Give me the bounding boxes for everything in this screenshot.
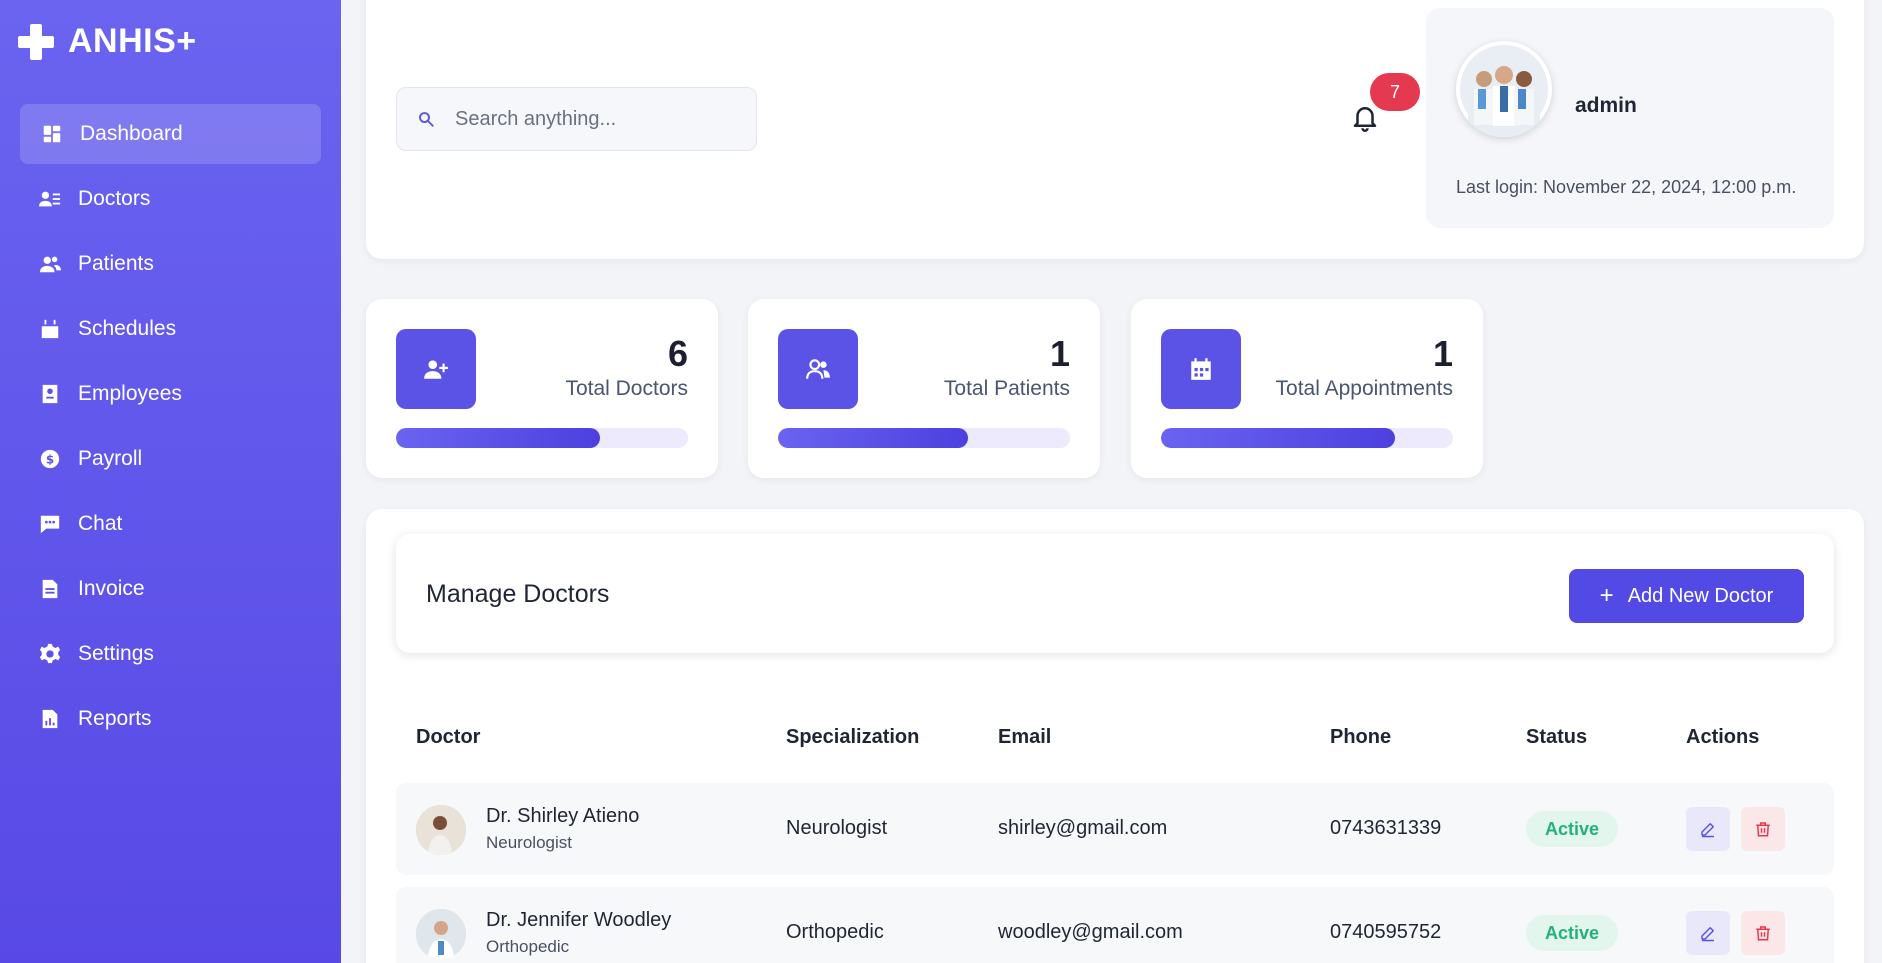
delete-button[interactable] <box>1741 807 1785 851</box>
invoice-icon <box>38 577 62 601</box>
doctor-avatar <box>416 805 466 855</box>
sidebar-item-doctors[interactable]: Doctors <box>20 169 321 229</box>
sidebar-item-label: Reports <box>78 707 152 730</box>
sidebar-item-employees[interactable]: Employees <box>20 364 321 424</box>
table-row[interactable]: Dr. Jennifer Woodley Orthopedic Orthoped… <box>396 887 1834 963</box>
sidebar-item-label: Doctors <box>78 187 151 210</box>
phone-cell: 0740595752 <box>1330 921 1442 943</box>
trash-icon <box>1756 822 1770 837</box>
doctor-name: Dr. Shirley Atieno <box>486 805 640 827</box>
sidebar-item-reports[interactable]: Reports <box>20 689 321 749</box>
sidebar-item-patients[interactable]: Patients <box>20 234 321 294</box>
dollar-icon: $ <box>38 447 62 471</box>
svg-text:$: $ <box>46 453 54 467</box>
column-header-email[interactable]: Email <box>998 726 1051 749</box>
specialization-cell: Neurologist <box>786 817 888 839</box>
progress-bar <box>778 428 1070 448</box>
pencil-icon <box>1701 927 1714 942</box>
column-header-specialization[interactable]: Specialization <box>786 726 919 749</box>
progress-fill <box>778 428 968 448</box>
stat-label: Total Doctors <box>565 377 688 400</box>
manage-doctors-header: Manage Doctors + Add New Doctor <box>396 534 1834 653</box>
sidebar-item-label: Schedules <box>78 317 177 340</box>
sidebar-nav: Dashboard Doctors Patients Schedules Emp… <box>20 104 321 754</box>
last-login-text: Last login: November 22, 2024, 12:00 p.m… <box>1456 177 1797 197</box>
column-header-actions: Actions <box>1686 726 1760 748</box>
search-icon <box>419 112 434 127</box>
doctor-subtitle: Orthopedic <box>486 937 570 956</box>
user-plus-icon <box>396 329 476 409</box>
sidebar-item-chat[interactable]: Chat <box>20 494 321 554</box>
doctors-icon <box>38 187 62 211</box>
notification-badge[interactable]: 7 <box>1370 73 1420 111</box>
user-profile-card: admin Last login: November 22, 2024, 12:… <box>1426 8 1834 228</box>
stat-value: 1 <box>1049 333 1070 374</box>
sidebar-item-label: Settings <box>78 642 154 665</box>
user-name: admin <box>1575 94 1637 117</box>
progress-fill <box>1161 428 1395 448</box>
id-badge-icon <box>38 382 62 406</box>
trash-icon <box>1756 926 1770 941</box>
add-new-doctor-button[interactable]: + Add New Doctor <box>1569 569 1804 623</box>
stat-value: 1 <box>1432 333 1453 374</box>
doctor-subtitle: Neurologist <box>486 833 572 852</box>
pencil-icon <box>1701 823 1714 838</box>
sidebar-item-invoice[interactable]: Invoice <box>20 559 321 619</box>
sidebar-item-label: Payroll <box>78 447 143 470</box>
users-icon <box>778 329 858 409</box>
section-title: Manage Doctors <box>426 580 610 608</box>
brand-logo[interactable]: ANHIS+ <box>18 22 197 61</box>
sidebar-item-label: Dashboard <box>80 122 183 145</box>
column-header-phone[interactable]: Phone <box>1330 726 1391 749</box>
stat-card-doctors: 6 Total Doctors <box>366 299 718 478</box>
stat-label: Total Appointments <box>1275 377 1453 400</box>
sidebar-item-label: Employees <box>78 382 182 405</box>
sidebar-item-payroll[interactable]: $ Payroll <box>20 429 321 489</box>
plus-icon: + <box>1599 582 1614 609</box>
table-row[interactable]: Dr. Shirley Atieno Neurologist Neurologi… <box>396 783 1834 875</box>
progress-bar <box>396 428 688 448</box>
search-box[interactable] <box>396 87 757 151</box>
patients-icon <box>38 252 62 276</box>
column-header-status[interactable]: Status <box>1526 726 1587 749</box>
search-input[interactable] <box>455 107 735 131</box>
sidebar-item-dashboard[interactable]: Dashboard <box>20 104 321 164</box>
edit-button[interactable] <box>1686 807 1730 851</box>
phone-cell: 0743631339 <box>1330 817 1442 839</box>
sidebar-item-label: Chat <box>78 512 123 535</box>
email-cell: shirley@gmail.com <box>998 817 1168 839</box>
gear-icon <box>38 642 62 666</box>
chat-icon <box>38 512 62 536</box>
status-badge: Active <box>1526 811 1618 847</box>
bell-icon[interactable] <box>1350 102 1380 132</box>
specialization-cell: Orthopedic <box>786 921 884 943</box>
stat-card-appointments: 1 Total Appointments <box>1131 299 1483 478</box>
stat-value: 6 <box>667 333 688 374</box>
dashboard-icon <box>40 122 64 146</box>
doctor-name: Dr. Jennifer Woodley <box>486 909 672 931</box>
avatar[interactable] <box>1456 41 1552 137</box>
report-icon <box>38 707 62 731</box>
stat-card-patients: 1 Total Patients <box>748 299 1100 478</box>
brand-name: ANHIS+ <box>68 22 197 60</box>
sidebar: ANHIS+ Dashboard Doctors Patients Schedu… <box>0 0 341 963</box>
progress-bar <box>1161 428 1453 448</box>
doctor-avatar <box>416 909 466 959</box>
stat-label: Total Patients <box>943 377 1070 400</box>
sidebar-item-settings[interactable]: Settings <box>20 624 321 684</box>
edit-button[interactable] <box>1686 911 1730 955</box>
calendar-icon <box>1161 329 1241 409</box>
delete-button[interactable] <box>1741 911 1785 955</box>
sidebar-item-label: Invoice <box>78 577 145 600</box>
column-header-doctor[interactable]: Doctor <box>416 726 480 749</box>
progress-fill <box>396 428 601 448</box>
sidebar-item-label: Patients <box>78 252 154 275</box>
add-button-label: Add New Doctor <box>1627 584 1774 607</box>
status-badge: Active <box>1526 915 1618 951</box>
sidebar-item-schedules[interactable]: Schedules <box>20 299 321 359</box>
calendar-icon <box>38 317 62 341</box>
plus-logo-icon <box>18 23 54 60</box>
email-cell: woodley@gmail.com <box>998 921 1183 943</box>
